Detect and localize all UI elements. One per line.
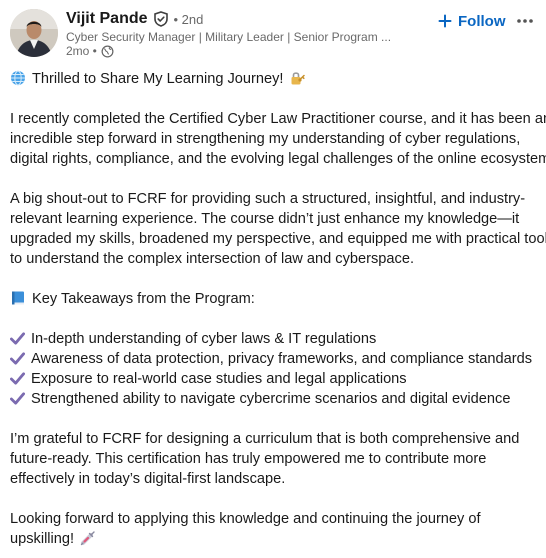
takeaway-list-item: Exposure to real-world case studies and … (10, 369, 407, 389)
author-headline: Cyber Security Manager | Military Leader… (66, 30, 392, 44)
check-mark-icon (10, 331, 25, 346)
ellipsis-icon (513, 17, 537, 34)
paragraph-3-line: effectively in today’s digital-first lan… (10, 471, 286, 487)
more-options-button[interactable] (513, 12, 537, 30)
avatar[interactable] (10, 9, 58, 57)
paragraph-2-line: upgraded my skills, broadened my perspec… (10, 231, 546, 247)
takeaway-text: Awareness of data protection, privacy fr… (31, 351, 533, 367)
post-time: 2mo • (66, 44, 97, 58)
takeaway-text: Strengthened ability to navigate cybercr… (31, 391, 511, 407)
check-mark-icon (10, 371, 25, 386)
author-name-row: Vijit Pande • 2nd (66, 9, 203, 29)
check-mark-icon (10, 351, 25, 366)
post-intro: Thrilled to Share My Learning Journey! (32, 71, 284, 87)
plus-icon (438, 14, 452, 28)
post-header: Vijit Pande • 2nd Cyber Security Manager… (0, 0, 546, 62)
check-mark-icon (10, 391, 25, 406)
closing-text: upskilling! (10, 531, 75, 547)
connection-degree: • 2nd (173, 11, 204, 27)
paragraph-3-line: I’m grateful to FCRF for designing a cur… (10, 431, 520, 447)
blue-book-emoji-icon (10, 290, 26, 306)
paragraph-4-line: upskilling! (10, 529, 96, 549)
paragraph-4-line: Looking forward to applying this knowled… (10, 511, 481, 527)
paragraph-1-line: I recently completed the Certified Cyber… (10, 111, 546, 127)
takeaway-list-item: Strengthened ability to navigate cybercr… (10, 389, 510, 409)
takeaway-list-item: In-depth understanding of cyber laws & I… (10, 329, 376, 349)
post-intro-line: Thrilled to Share My Learning Journey! (10, 69, 306, 89)
follow-label: Follow (458, 12, 506, 30)
post-meta: 2mo • (66, 44, 114, 58)
author-name[interactable]: Vijit Pande (66, 10, 148, 28)
syringe-emoji-icon (80, 530, 96, 546)
takeaways-heading: Key Takeaways from the Program: (32, 291, 255, 307)
verified-shield-icon (153, 11, 169, 27)
paragraph-2-line: relevant learning experience. The course… (10, 211, 520, 227)
follow-button[interactable]: Follow (432, 10, 512, 32)
globe-icon (101, 45, 114, 58)
takeaway-list-item: Awareness of data protection, privacy fr… (10, 349, 532, 369)
takeaway-text: In-depth understanding of cyber laws & I… (31, 331, 377, 347)
paragraph-2-line: A big shout-out to FCRF for providing su… (10, 191, 526, 207)
locked-with-key-emoji-icon (289, 70, 306, 86)
globe-emoji-icon (10, 70, 26, 86)
paragraph-1-line: incredible step forward in strengthening… (10, 131, 521, 147)
paragraph-1-line: digital rights, compliance, and the evol… (10, 151, 546, 167)
takeaway-text: Exposure to real-world case studies and … (31, 371, 407, 387)
paragraph-3-line: future-ready. This certification has tru… (10, 451, 487, 467)
paragraph-2-line: to understand the complex intersection o… (10, 251, 414, 267)
takeaways-heading-line: Key Takeaways from the Program: (10, 289, 255, 309)
